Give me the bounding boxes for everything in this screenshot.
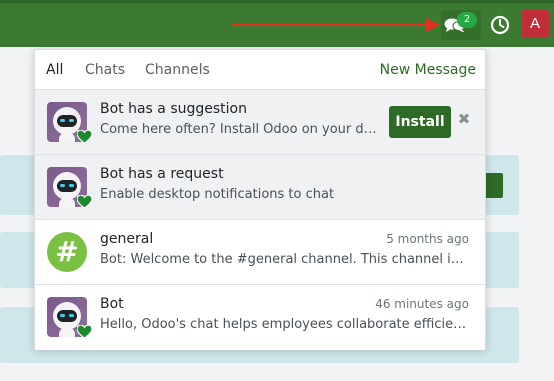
- messaging-menu-button[interactable]: 2: [441, 10, 481, 40]
- item-preview: Come here often? Install Odoo on your de…: [100, 122, 382, 137]
- item-title: Bot has a request: [100, 166, 224, 182]
- channel-item-general[interactable]: # general 5 months ago Bot: Welcome to t…: [35, 220, 485, 285]
- item-preview: Enable desktop notifications to chat: [100, 187, 335, 202]
- notification-item-request[interactable]: Bot has a request Enable desktop notific…: [35, 155, 485, 220]
- new-message-link[interactable]: New Message: [380, 62, 476, 78]
- heart-icon: [77, 325, 92, 339]
- heart-icon: [77, 195, 92, 209]
- item-preview: Hello, Odoo's chat helps employees colla…: [100, 317, 470, 332]
- bot-avatar-icon: [47, 102, 92, 144]
- hash-icon: #: [47, 232, 87, 272]
- filter-chats[interactable]: Chats: [85, 62, 125, 78]
- annotation-arrow-line: [232, 24, 428, 26]
- install-button[interactable]: Install: [389, 106, 451, 138]
- item-date: 46 minutes ago: [375, 297, 469, 311]
- clock-icon[interactable]: [488, 13, 512, 37]
- bot-avatar-icon: [47, 297, 92, 339]
- notification-item-suggestion[interactable]: Bot has a suggestion Come here often? In…: [35, 90, 485, 155]
- close-icon[interactable]: ✖: [456, 111, 472, 127]
- unread-counter-badge: 2: [457, 12, 477, 28]
- item-title: Bot has a suggestion: [100, 101, 247, 117]
- item-preview: Bot: Welcome to the #general channel. Th…: [100, 252, 470, 267]
- messaging-dropdown: All Chats Channels New Message Bot has a…: [34, 49, 486, 350]
- filter-channels[interactable]: Channels: [145, 62, 210, 78]
- item-date: 5 months ago: [386, 232, 469, 246]
- navbar-stripe: [0, 0, 554, 3]
- item-title: Bot: [100, 296, 124, 312]
- bot-avatar-icon: [47, 167, 92, 209]
- filter-all[interactable]: All: [46, 62, 63, 78]
- dropdown-header: All Chats Channels New Message: [35, 50, 485, 90]
- chat-item-bot[interactable]: Bot 46 minutes ago Hello, Odoo's chat he…: [35, 285, 485, 350]
- user-avatar[interactable]: A: [521, 10, 549, 38]
- heart-icon: [77, 130, 92, 144]
- annotation-arrow-head: [426, 18, 440, 32]
- item-title: general: [100, 231, 154, 247]
- top-navbar: 2 A: [0, 0, 554, 47]
